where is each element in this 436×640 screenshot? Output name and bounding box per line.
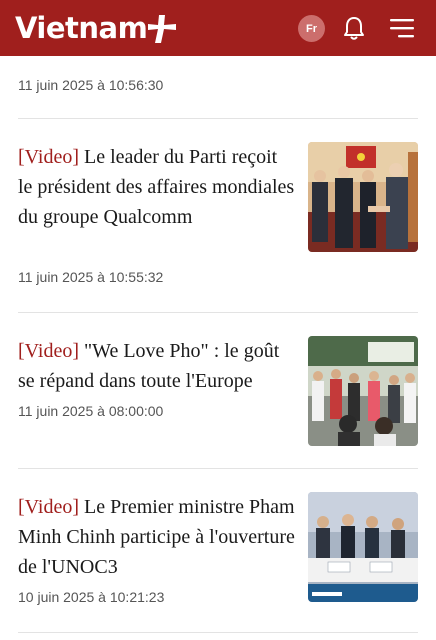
divider	[18, 118, 418, 119]
language-switch-button[interactable]: Fr	[298, 15, 325, 42]
article-card[interactable]: [Video] "We Love Pho" : le goût se répan…	[18, 336, 418, 446]
article-card[interactable]: [Video] Le Premier ministre Pham Minh Ch…	[18, 492, 418, 632]
video-tag: [Video]	[18, 146, 79, 168]
article-date: 10 juin 2025 à 10:21:23	[18, 589, 165, 605]
logo-plus-icon	[148, 15, 177, 43]
hamburger-menu-icon[interactable]	[390, 17, 414, 39]
logo-text: Vietnam	[15, 11, 148, 45]
divider	[18, 468, 418, 469]
divider	[18, 632, 418, 633]
meeting-handshake-photo-icon	[308, 142, 418, 252]
article-card[interactable]: [Video] Le leader du Parti reçoit le pré…	[18, 142, 418, 292]
bell-icon[interactable]	[342, 15, 366, 41]
video-tag: [Video]	[18, 496, 79, 518]
partial-article-date: 11 juin 2025 à 10:56:30	[18, 77, 164, 93]
article-date: 11 juin 2025 à 10:55:32	[18, 269, 164, 285]
article-title[interactable]: [Video] "We Love Pho" : le goût se répan…	[18, 336, 296, 396]
article-title[interactable]: [Video] Le leader du Parti reçoit le pré…	[18, 142, 296, 232]
unoc3-conference-photo-icon	[308, 492, 418, 602]
article-thumbnail[interactable]	[308, 142, 418, 252]
vietnamplus-logo[interactable]: Vietnam	[15, 8, 179, 48]
video-tag: [Video]	[18, 340, 79, 362]
article-thumbnail[interactable]	[308, 492, 418, 602]
article-thumbnail[interactable]	[308, 336, 418, 446]
article-title[interactable]: [Video] Le Premier ministre Pham Minh Ch…	[18, 492, 296, 582]
pho-event-photo-icon	[308, 336, 418, 446]
article-date: 11 juin 2025 à 08:00:00	[18, 403, 164, 419]
top-header: Vietnam Fr	[0, 0, 436, 56]
divider	[18, 312, 418, 313]
